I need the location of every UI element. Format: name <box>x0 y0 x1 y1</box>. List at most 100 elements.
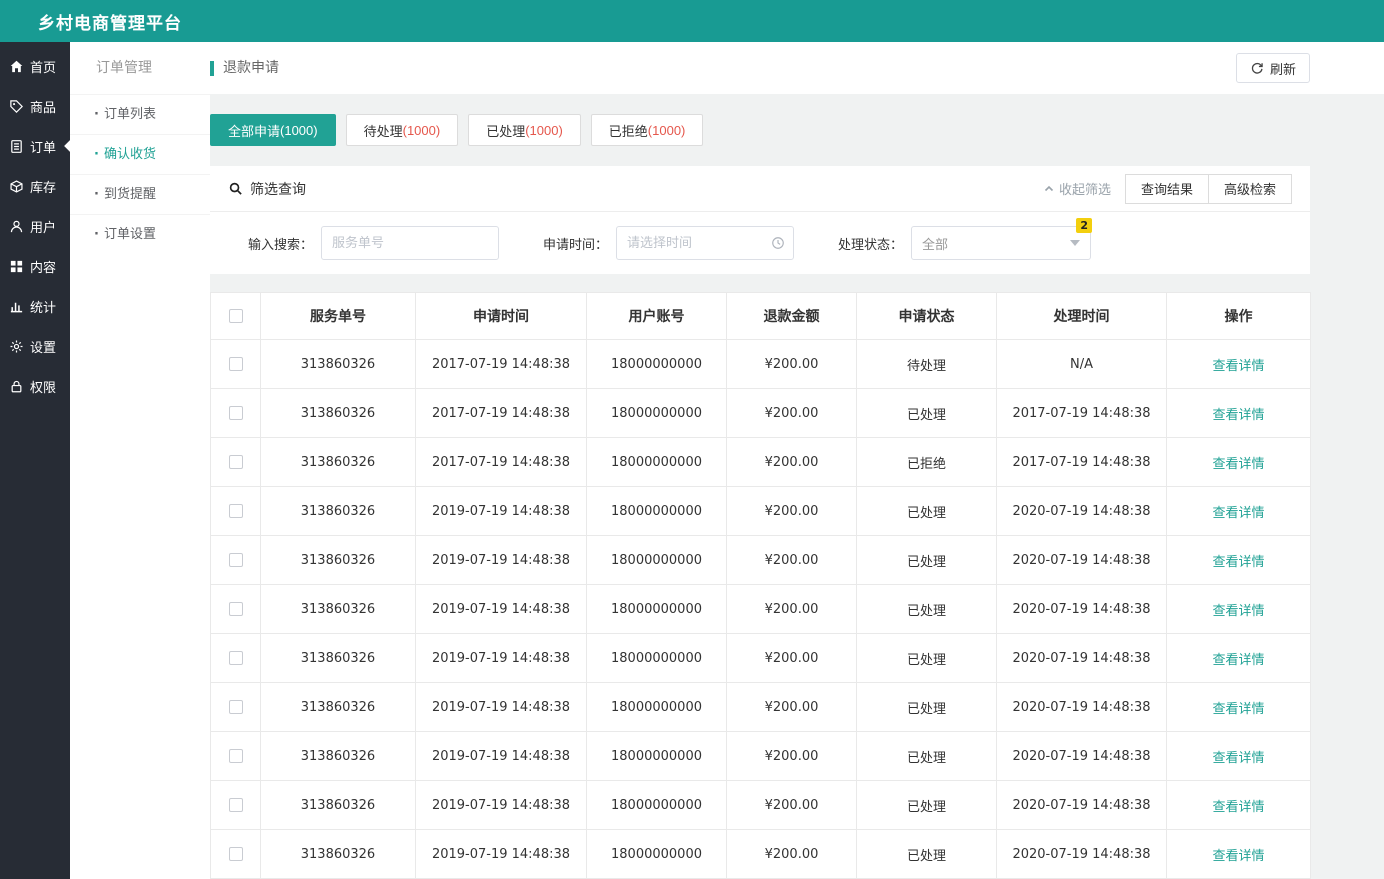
sidebar-item-orders[interactable]: 订单 <box>0 126 70 166</box>
gear-icon <box>9 339 24 354</box>
sidebar-item-stats[interactable]: 统计 <box>0 286 70 326</box>
view-detail-link[interactable]: 查看详情 <box>1212 506 1264 521</box>
status-field-group: 处理状态： 全部 2 <box>838 218 1093 260</box>
view-detail-link[interactable]: 查看详情 <box>1212 800 1264 815</box>
status-select-value: 全部 <box>922 237 949 253</box>
row-checkbox[interactable] <box>228 700 243 714</box>
table-header-row: 服务单号 申请时间 用户账号 退款金额 申请状态 处理时间 操作 <box>210 292 1311 340</box>
sidebar-item-home[interactable]: 首页 <box>0 46 70 86</box>
cell-handle-time: 2020-07-19 14:48:38 <box>996 486 1167 536</box>
row-checkbox[interactable] <box>228 357 243 371</box>
row-checkbox-cell <box>210 535 261 585</box>
row-checkbox[interactable] <box>228 455 243 469</box>
advanced-search-button[interactable]: 高级检索 <box>1207 173 1292 204</box>
apply-time-group: 申请时间： <box>543 226 795 260</box>
view-detail-link[interactable]: 查看详情 <box>1212 457 1264 472</box>
view-detail-link[interactable]: 查看详情 <box>1212 604 1264 619</box>
cell-service-no: 313860326 <box>260 829 416 879</box>
cell-account: 18000000000 <box>586 584 727 634</box>
breadcrumb-bar: 退款申请 刷新 <box>210 42 1384 94</box>
status-field-label: 处理状态： <box>838 237 904 253</box>
submenu-item-order-settings[interactable]: 订单设置 <box>70 214 210 254</box>
cell-apply-time: 2017-07-19 14:48:38 <box>415 437 587 487</box>
sidebar-item-settings[interactable]: 设置 <box>0 326 70 366</box>
row-checkbox[interactable] <box>228 798 243 812</box>
view-detail-link[interactable]: 查看详情 <box>1212 653 1264 668</box>
table-row: 313860326 2019-07-19 14:48:38 18000000000 ¥… <box>210 682 1311 732</box>
view-detail-link[interactable]: 查看详情 <box>1212 751 1264 766</box>
cell-apply-time: 2019-07-19 14:48:38 <box>415 633 587 683</box>
cell-service-no: 313860326 <box>260 388 416 438</box>
cell-handle-time: 2020-07-19 14:48:38 <box>996 584 1167 634</box>
cell-handle-time: 2017-07-19 14:48:38 <box>996 388 1167 438</box>
row-checkbox[interactable] <box>228 602 243 616</box>
column-header: 申请时间 <box>415 292 587 340</box>
cell-account: 18000000000 <box>586 486 727 536</box>
refresh-button[interactable]: 刷新 <box>1235 53 1310 83</box>
view-detail-link[interactable]: 查看详情 <box>1212 555 1264 570</box>
caret-down-icon <box>1070 240 1081 246</box>
cell-amount: ¥200.00 <box>726 339 857 389</box>
table-row: 313860326 2019-07-19 14:48:38 18000000000 ¥… <box>210 829 1311 879</box>
cell-apply-time: 2019-07-19 14:48:38 <box>415 486 587 536</box>
sidebar-item-label: 统计 <box>30 300 57 316</box>
cell-account: 18000000000 <box>586 535 727 585</box>
tab-processed[interactable]: 已处理 (1000) <box>468 114 581 146</box>
sidebar-item-content[interactable]: 内容 <box>0 246 70 286</box>
top-header: 乡村电商管理平台 <box>0 0 1384 42</box>
row-checkbox[interactable] <box>228 749 243 763</box>
breadcrumb: 退款申请 刷新 <box>210 53 1310 83</box>
tab-all[interactable]: 全部申请 (1000) <box>210 114 336 146</box>
select-all-checkbox[interactable] <box>228 309 243 323</box>
status-tabs: 全部申请 (1000) 待处理 (1000) 已处理 (1000) 已拒绝 (1000) <box>210 114 1310 146</box>
cell-status: 已拒绝 <box>856 437 997 487</box>
apply-time-input[interactable] <box>616 226 795 260</box>
cell-amount: ¥200.00 <box>726 486 857 536</box>
cell-amount: ¥200.00 <box>726 780 857 830</box>
home-icon <box>9 59 24 74</box>
page-title: 退款申请 <box>210 60 279 76</box>
sidebar-item-label: 商品 <box>30 100 57 116</box>
clock-icon <box>771 236 785 250</box>
view-detail-link[interactable]: 查看详情 <box>1212 849 1264 864</box>
column-header: 操作 <box>1166 292 1311 340</box>
submenu-item-arrival-reminder[interactable]: 到货提醒 <box>70 174 210 214</box>
sidebar-item-label: 订单 <box>30 140 57 156</box>
cell-action: 查看详情 <box>1166 339 1311 389</box>
refund-table: 服务单号 申请时间 用户账号 退款金额 申请状态 处理时间 操作 313860326 2017… <box>210 292 1311 879</box>
sidebar-item-users[interactable]: 用户 <box>0 206 70 246</box>
tab-pending[interactable]: 待处理 (1000) <box>345 114 459 146</box>
cell-amount: ¥200.00 <box>726 682 857 732</box>
view-detail-link[interactable]: 查看详情 <box>1212 408 1264 423</box>
submenu-item-order-list[interactable]: 订单列表 <box>70 94 210 134</box>
row-checkbox[interactable] <box>228 406 243 420</box>
collapse-filter-button[interactable]: 收起筛选 <box>1043 179 1111 198</box>
row-checkbox[interactable] <box>228 553 243 567</box>
main-layout: 首页商品订单库存用户内容统计设置权限 订单管理 订单列表确认收货到货提醒订单设置… <box>0 42 1384 879</box>
cell-account: 18000000000 <box>586 731 727 781</box>
submenu-items: 订单列表确认收货到货提醒订单设置 <box>70 94 210 254</box>
row-checkbox[interactable] <box>228 504 243 518</box>
view-detail-link[interactable]: 查看详情 <box>1212 702 1264 717</box>
submenu-item-confirm-receipt[interactable]: 确认收货 <box>70 134 210 174</box>
status-select[interactable]: 全部 2 <box>911 218 1093 260</box>
row-checkbox[interactable] <box>228 651 243 665</box>
tab-rejected[interactable]: 已拒绝 (1000) <box>590 114 704 146</box>
sidebar-item-inventory[interactable]: 库存 <box>0 166 70 206</box>
cell-action: 查看详情 <box>1166 535 1311 585</box>
row-checkbox[interactable] <box>228 847 243 861</box>
cell-status: 待处理 <box>856 339 997 389</box>
view-detail-link[interactable]: 查看详情 <box>1212 359 1264 374</box>
table-row: 313860326 2017-07-19 14:48:38 18000000000 ¥… <box>210 437 1311 487</box>
lock-icon <box>9 379 24 394</box>
cell-handle-time: 2020-07-19 14:48:38 <box>996 731 1167 781</box>
sidebar-item-goods[interactable]: 商品 <box>0 86 70 126</box>
table-row: 313860326 2019-07-19 14:48:38 18000000000 ¥… <box>210 535 1311 585</box>
query-result-button[interactable]: 查询结果 <box>1124 173 1209 204</box>
cell-apply-time: 2019-07-19 14:48:38 <box>415 780 587 830</box>
sidebar-item-permissions[interactable]: 权限 <box>0 366 70 406</box>
goods-icon <box>9 99 24 114</box>
service-no-input[interactable] <box>321 226 500 260</box>
cell-service-no: 313860326 <box>260 682 416 732</box>
row-checkbox-cell <box>210 339 261 389</box>
